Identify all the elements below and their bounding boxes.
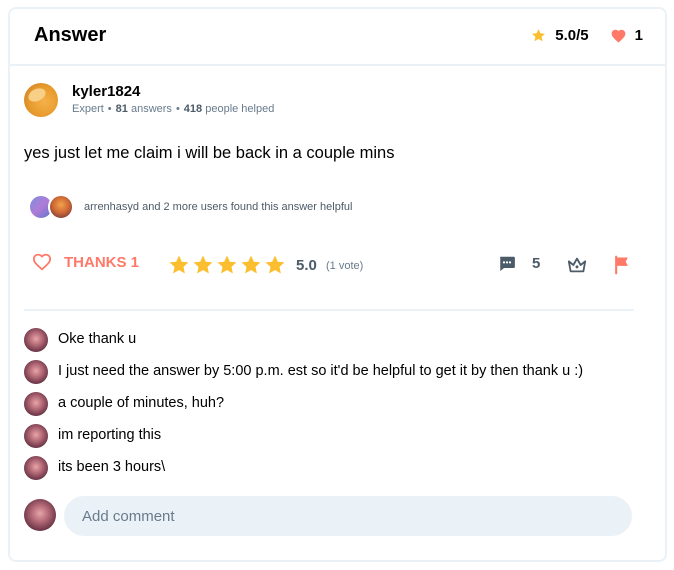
author-meta: Expert • 81 answers • 418 people helped [72,103,274,115]
header-stats: 5.0/5 1 [531,27,643,44]
commenter-avatar[interactable] [24,456,48,480]
answer-text: yes just let me claim i will be back in … [24,144,395,162]
comment-item: a couple of minutes, huh? [24,390,644,422]
heart-icon [611,29,626,43]
thanks-stat: 1 [611,27,643,44]
helped-count: 418 [183,103,203,115]
comments-button[interactable]: 5 [498,255,540,272]
comment-item: im reporting this [24,422,644,454]
star-icon[interactable] [168,254,190,276]
current-user-avatar [24,499,56,531]
crown-icon [567,257,587,273]
rating-text: 5.0/5 [555,27,589,44]
rating-votes: (1 vote) [326,260,364,272]
star-icon[interactable] [216,254,238,276]
answers-count: 81 [115,103,128,115]
separator-dot: • [175,103,180,115]
mark-brainliest-button[interactable] [566,255,588,280]
author-info: kyler1824 Expert • 81 answers • 418 people h… [24,82,424,122]
star-icon[interactable] [240,254,262,276]
answer-header: Answer 5.0/5 1 [10,9,665,66]
divider [24,309,634,311]
comment-item: Oke thank u [24,326,644,358]
helpful-user-avatar[interactable] [48,194,74,220]
star-icon[interactable] [192,254,214,276]
thanks-button[interactable]: THANKS 1 [32,253,139,271]
thanks-label: THANKS 1 [64,253,140,271]
star-icon [532,29,546,42]
star-icon[interactable] [264,254,286,276]
heart-outline-icon [32,253,52,271]
page-title: Answer [34,24,107,46]
comment-icon [500,256,515,271]
commenter-avatar[interactable] [24,328,48,352]
flag-icon [615,255,628,275]
author-rank: Expert [72,103,104,115]
comment-text: I just need the answer by 5:00 p.m. est … [58,363,584,379]
helpful-text: arrenhasyd and 2 more users found this a… [84,201,353,213]
report-button[interactable] [612,255,632,280]
comment-text: its been 3 hours\ [58,459,166,475]
answers-label: answers [130,103,172,115]
commenter-avatar[interactable] [24,424,48,448]
helpful-users: arrenhasyd and 2 more users found this a… [26,194,526,222]
add-comment-input[interactable] [64,496,632,536]
author-avatar[interactable] [24,83,58,117]
comment-item: I just need the answer by 5:00 p.m. est … [24,358,644,390]
rating-value: 5.0 [296,257,317,274]
comment-item: its been 3 hours\ [24,454,644,486]
comments-count: 5 [532,255,541,272]
commenter-avatar[interactable] [24,360,48,384]
helped-label: people helped [205,103,275,115]
rating-stat: 5.0/5 [531,27,589,44]
answer-actions: THANKS 1 5.0 (1 vote) 5 [24,250,634,282]
author-name[interactable]: kyler1824 [72,83,140,100]
comments-list: Oke thank u I just need the answer by 5:… [24,326,644,486]
commenter-avatar[interactable] [24,392,48,416]
rating-stars[interactable] [168,254,288,276]
thanks-count: 1 [634,27,643,44]
separator-dot: • [107,103,112,115]
comment-text: a couple of minutes, huh? [58,395,225,411]
comment-text: Oke thank u [58,331,137,347]
add-comment-row [24,496,634,536]
comment-text: im reporting this [58,427,162,443]
